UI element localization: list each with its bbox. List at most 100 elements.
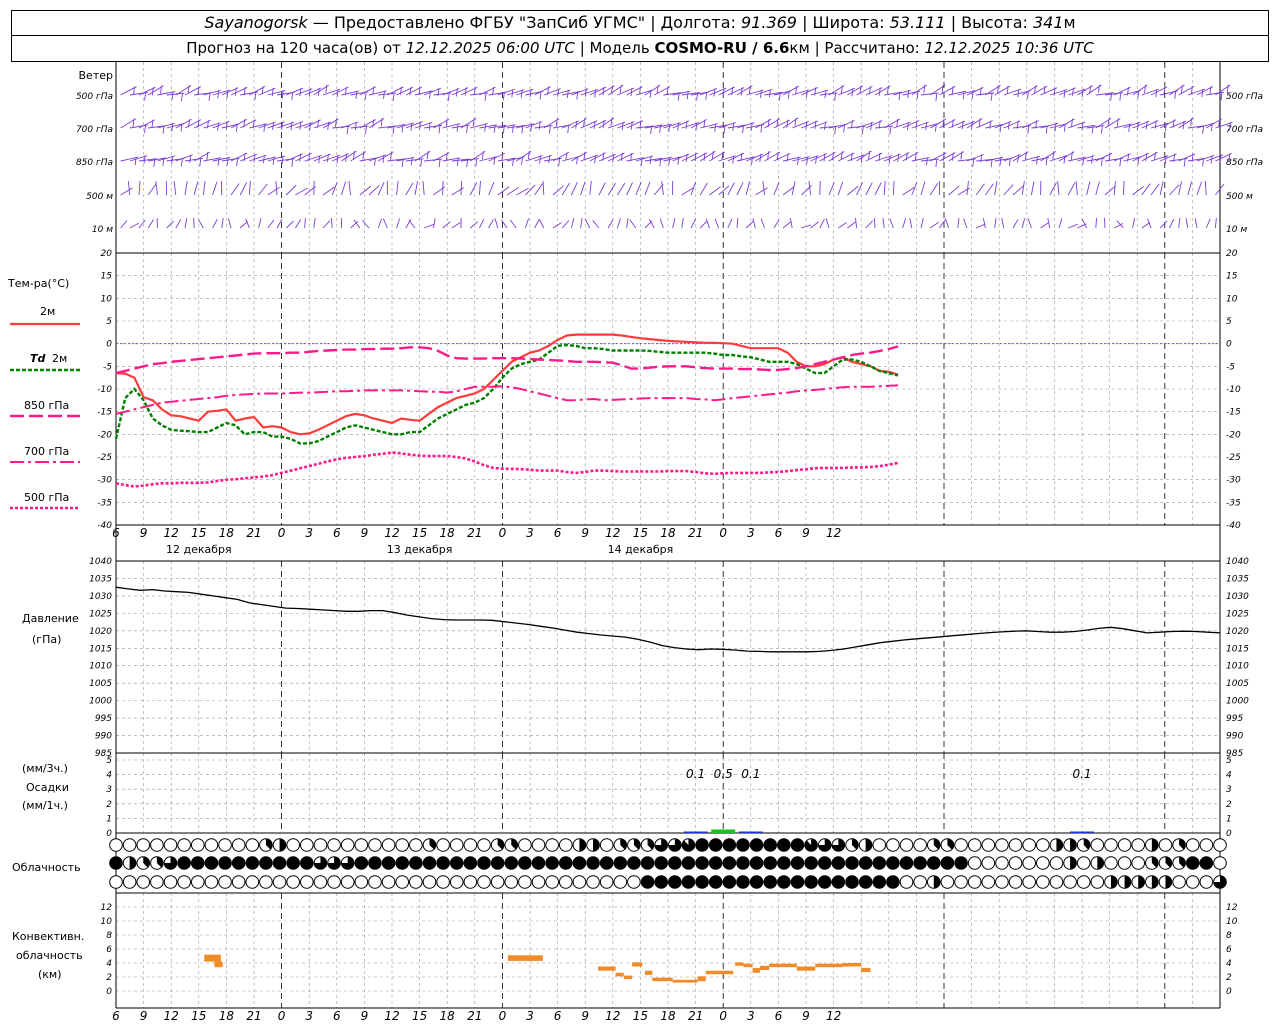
cloud-symbol <box>1076 875 1091 889</box>
wind-barb <box>396 218 401 229</box>
cloud-fill <box>695 875 709 889</box>
cloud-fill <box>395 856 409 870</box>
cloud-symbol <box>1158 838 1173 852</box>
wind-barb <box>212 218 218 229</box>
wind-barb <box>422 181 425 196</box>
bottom-xtick: 3 <box>747 1009 755 1023</box>
cloud-fill <box>723 875 736 889</box>
temp-xtick: 0 <box>499 526 507 540</box>
pres-ytick-left: 1005 <box>89 679 112 689</box>
wind-level-left: 500 гПа <box>76 92 113 102</box>
wind-barb-flag <box>972 158 975 167</box>
conv-segment <box>815 963 843 968</box>
cloud-symbol <box>1063 875 1077 889</box>
wind-barb-flag <box>484 123 487 132</box>
cloud-symbol <box>177 838 191 852</box>
wind-barb <box>727 182 735 196</box>
wind-barb <box>202 181 206 196</box>
cloud-symbol <box>967 838 982 852</box>
wind-barb <box>221 218 224 229</box>
wind-barb-flag <box>410 157 413 166</box>
wind-barb-flag <box>1027 125 1030 134</box>
wind-barb <box>570 218 575 229</box>
pressure-label: Давление <box>22 612 79 625</box>
wind-barb-flag <box>180 158 183 167</box>
wind-barb-flag <box>868 151 871 160</box>
cloud-symbol <box>218 838 232 852</box>
wind-barb <box>362 220 370 229</box>
wind-barb-flag <box>527 151 530 160</box>
wind-barb <box>966 181 969 196</box>
temp-ytick-left: -30 <box>97 476 112 486</box>
cloud-fill <box>409 856 423 870</box>
conv-label-2: облачность <box>16 949 83 962</box>
wind-barb <box>285 220 294 229</box>
temp-xtick: 12 <box>164 526 179 540</box>
wind-level-left: 10 м <box>92 225 113 235</box>
bottom-xtick: 21 <box>467 1009 482 1023</box>
precip-bar <box>683 831 708 833</box>
temp-label: Тем-ра(°C) <box>7 277 69 290</box>
cloud-fill <box>845 875 859 889</box>
cloud-symbol <box>327 875 341 889</box>
cloud-symbol <box>150 838 164 852</box>
cloud-symbol <box>1036 875 1050 889</box>
wind-barb <box>1057 181 1060 196</box>
wind-barb <box>752 218 756 229</box>
wind-barb <box>405 219 412 229</box>
wind-barb-flag <box>362 151 365 160</box>
prec-ytick-left: 4 <box>106 771 112 781</box>
wind-barb <box>1205 218 1211 229</box>
conv-segment <box>861 967 871 973</box>
wind-barb <box>699 182 708 196</box>
wind-barb <box>451 222 461 229</box>
cloud-symbol <box>1036 856 1050 870</box>
precip-panel: 5 5 4 4 3 3 2 2 1 1 0 0 0.1 0.5 0.1 0.1 <box>106 756 1232 839</box>
cloud-fill <box>273 856 286 870</box>
wind-barb-flag <box>263 123 266 132</box>
temp-xtick: 12 <box>384 526 399 540</box>
cloud-fill <box>736 875 750 889</box>
wind-barb-flag <box>916 90 919 99</box>
cloud-symbol <box>231 875 246 889</box>
cloud-symbol <box>190 875 205 889</box>
cloud-symbol <box>1199 838 1214 852</box>
wind-barb-flag <box>346 126 349 135</box>
wind-barb-flag <box>1024 151 1027 160</box>
bottom-xtick: 0 <box>719 1009 727 1023</box>
wind-barb <box>276 219 283 229</box>
cloud-fill <box>1110 875 1118 889</box>
temp-xtick: 3 <box>305 526 313 540</box>
wind-barb <box>825 218 830 229</box>
cloud-fill <box>218 856 232 870</box>
wind-level-left: 700 гПа <box>76 125 113 135</box>
cloud-fill <box>845 856 859 870</box>
wind-barb <box>267 219 275 229</box>
wind-barb-flag <box>834 126 837 135</box>
wind-barb-flag <box>401 124 404 133</box>
cloud-symbol <box>995 856 1009 870</box>
wind-barb <box>855 218 858 229</box>
wind-barb <box>810 221 819 229</box>
wind-barb <box>1122 180 1125 196</box>
day-label: 13 декабря <box>387 543 453 556</box>
wind-barb <box>705 218 710 229</box>
cloud-symbol <box>531 838 546 852</box>
conv-segment <box>652 977 673 982</box>
pres-ytick-left: 1040 <box>89 557 112 567</box>
cloud-symbol <box>449 838 464 852</box>
wind-barb <box>285 184 297 196</box>
meteogram: 500 гПа 500 гПа 700 гПа 700 гПа 850 гПа 850 г… <box>7 62 1263 1023</box>
wind-barb <box>405 182 414 196</box>
wind-barb <box>245 218 250 229</box>
prec-ytick-right: 4 <box>1226 771 1232 781</box>
wind-barb <box>258 183 268 196</box>
wind-barb <box>1068 223 1078 229</box>
wind-barb-flag <box>797 156 799 166</box>
wind-barb <box>709 186 721 196</box>
conv-segment <box>623 975 633 980</box>
cloud-fill <box>477 856 491 870</box>
wind-barb <box>432 218 436 229</box>
wind-barb <box>488 181 495 196</box>
prec-ytick-left: 1 <box>106 814 112 824</box>
